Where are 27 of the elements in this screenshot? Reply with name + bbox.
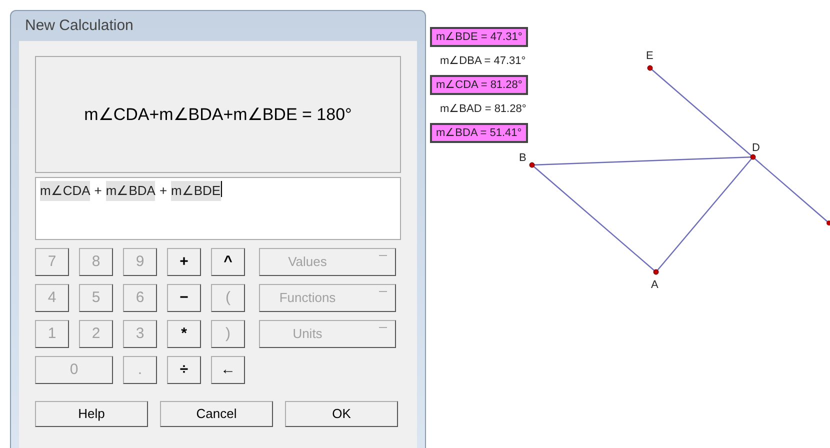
text-cursor xyxy=(220,181,222,197)
dialog-button[interactable]: Cancel xyxy=(160,401,273,427)
point-label: A xyxy=(651,278,658,293)
window-title: New Calculation xyxy=(24,16,134,36)
measurement-label[interactable]: m∠CDA = 81.28° xyxy=(430,75,528,95)
measurement-label[interactable]: m∠BDA = 51.41° xyxy=(430,123,528,143)
measure-token: m∠BDA xyxy=(106,181,156,200)
keypad-button[interactable]: ← xyxy=(211,356,245,384)
keypad-button[interactable]: − xyxy=(167,284,201,312)
dialog-button[interactable]: OK xyxy=(285,401,398,427)
operator-text: + xyxy=(159,182,168,200)
measure-token: m∠BDE xyxy=(171,181,221,200)
point-label: B xyxy=(519,151,526,166)
measurement-label[interactable]: m∠BAD = 81.28° xyxy=(434,99,532,119)
expression-field[interactable]: m∠CDA + m∠BDA + m∠BDE xyxy=(35,177,401,240)
dialog-button[interactable]: Help xyxy=(35,401,148,427)
point-label: E xyxy=(646,49,654,64)
keypad-button[interactable]: * xyxy=(167,320,201,348)
result-display: m∠CDA+m∠BDA+m∠BDE = 180° xyxy=(35,56,401,173)
keypad-button[interactable]: + xyxy=(167,248,201,276)
measure-token: m∠CDA xyxy=(40,181,90,200)
keypad-button[interactable]: ^ xyxy=(211,248,245,276)
keypad-button[interactable]: ÷ xyxy=(167,356,201,384)
operator-text: + xyxy=(94,182,102,200)
measurement-label[interactable]: m∠BDE = 47.31° xyxy=(430,27,528,47)
point-label: D xyxy=(752,141,760,156)
measurement-label[interactable]: m∠DBA = 47.31° xyxy=(434,51,532,71)
